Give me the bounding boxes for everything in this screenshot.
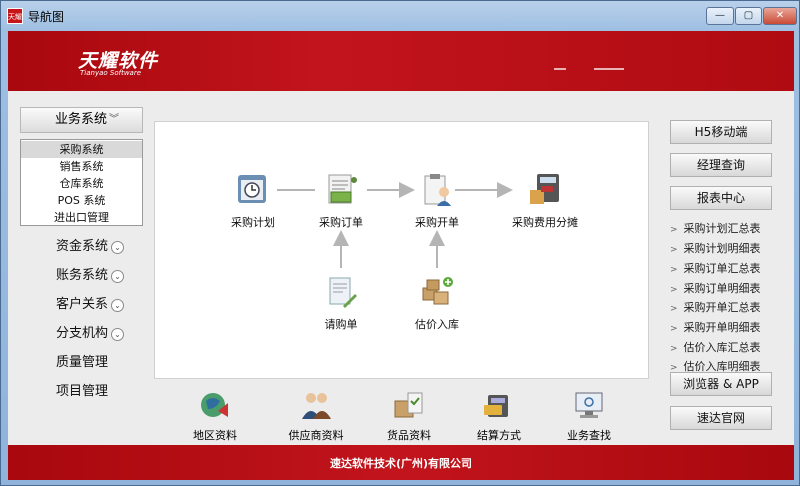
node-label: 采购订单 [319,216,363,229]
chevron-down-icon[interactable]: ⌄ [111,328,124,341]
app-icon: 天耀 [7,8,23,24]
header-decoration [594,68,624,70]
menu-business-system[interactable]: 业务系统 ︾ [20,107,143,133]
report-link[interactable]: > 采购计划明细表 [670,240,761,257]
menu-group-projects[interactable]: 项目管理 [56,382,108,402]
nav-goods-data[interactable]: 货品资料 [369,389,449,443]
nav-label: 地区资料 [193,429,237,442]
chevron-down-icon[interactable]: ⌄ [111,270,124,283]
chevron-right-icon: > [670,225,678,235]
chevron-down-icon: ︾ [109,114,119,125]
nav-label: 货品资料 [387,429,431,442]
report-link[interactable]: > 采购开单汇总表 [670,299,761,316]
company-name: 速达软件技术(广州)有限公司 [329,457,473,470]
node-label: 采购计划 [231,216,275,229]
submenu-item-warehouse[interactable]: 仓库系统 [21,175,142,192]
submenu-item-purchase[interactable]: 采购系统 [21,141,142,158]
report-link-label: 估价入库汇总表 [683,341,761,354]
calendar-clock-icon [238,175,266,203]
manager-query-button[interactable]: 经理查询 [670,153,772,177]
header-decoration [554,68,566,70]
menu-group-quality[interactable]: 质量管理 [56,353,108,373]
nav-supplier-data[interactable]: 供应商资料 [271,389,361,443]
report-link-label: 采购订单汇总表 [683,262,761,275]
report-link-label: 采购开单明细表 [683,321,761,334]
chevron-right-icon: > [670,265,678,275]
minimize-button[interactable]: — [706,7,734,25]
order-cart-icon [328,174,357,204]
calculator-icon [530,174,559,204]
report-link[interactable]: > 采购计划汇总表 [670,220,761,237]
box-checklist-icon [394,392,423,418]
flow-node-requisition[interactable]: 请购单 [301,274,381,332]
boxes-add-icon [422,277,453,305]
card-terminal-icon [484,395,508,417]
client-area: 天耀软件 Tianyao Software 业务系统 ︾ 采购系统 销售系统 仓… [8,31,794,480]
business-submenu: 采购系统 销售系统 仓库系统 POS 系统 进出口管理 [20,139,143,226]
submenu-item-pos[interactable]: POS 系统 [21,192,142,209]
close-button[interactable]: ✕ [763,7,797,25]
flow-node-purchase-order[interactable]: 采购订单 [301,172,381,230]
window-title: 导航图 [28,10,65,24]
flow-node-estimate-warehouse[interactable]: 估价入库 [397,274,477,332]
footer-banner: 速达软件技术(广州)有限公司 [8,445,794,480]
chevron-down-icon[interactable]: ⌄ [111,299,124,312]
nav-business-search[interactable]: 业务查找 [549,389,629,443]
nav-label: 结算方式 [477,429,521,442]
report-link-label: 采购订单明细表 [683,282,761,295]
node-label: 估价入库 [415,318,459,331]
node-label: 采购费用分摊 [512,216,578,229]
logo-subtext: Tianyao Software [80,69,142,77]
flow-node-purchase-invoice[interactable]: 采购开单 [397,172,477,230]
menu-group-accounting[interactable]: 账务系统 [56,266,108,286]
report-link-label: 采购计划汇总表 [683,222,761,235]
chevron-right-icon: > [670,304,678,314]
report-link[interactable]: > 采购开单明细表 [670,319,761,336]
chevron-right-icon: > [670,324,678,334]
globe-icon [201,393,228,417]
flow-node-cost-allocation[interactable]: 采购费用分摊 [497,172,593,230]
menu-head-label: 业务系统 [55,112,108,127]
report-link-label: 采购开单汇总表 [683,301,761,314]
report-link-label: 采购计划明细表 [683,242,761,255]
menu-group-crm[interactable]: 客户关系 [56,295,108,315]
maximize-button[interactable]: ▢ [735,7,762,25]
header-banner: 天耀软件 Tianyao Software [8,31,794,91]
submenu-item-import-export[interactable]: 进出口管理 [21,209,142,226]
menu-group-funds[interactable]: 资金系统 [56,237,108,257]
report-center-button[interactable]: 报表中心 [670,186,772,210]
nav-label: 供应商资料 [288,429,344,442]
menu-group-branches[interactable]: 分支机构 [56,324,108,344]
flow-panel: 采购计划 采购订单 采购开单 采购费用分摊 请购单 估价入库 [154,121,649,379]
chevron-right-icon: > [670,285,678,295]
report-link[interactable]: > 估价入库汇总表 [670,339,761,356]
title-bar[interactable]: 天耀 导航图 — ▢ ✕ [1,1,799,31]
flow-arrows [277,182,513,268]
nav-settlement-method[interactable]: 结算方式 [459,389,539,443]
clipboard-person-icon [424,174,451,206]
main-window: 天耀 导航图 — ▢ ✕ 天耀软件 Tianyao Software 业务系统 … [0,0,800,486]
flow-node-purchase-plan[interactable]: 采购计划 [213,172,293,230]
chevron-right-icon: > [670,245,678,255]
chevron-down-icon[interactable]: ⌄ [111,241,124,254]
report-link[interactable]: > 采购订单明细表 [670,280,761,297]
report-link[interactable]: > 采购订单汇总表 [670,260,761,277]
chevron-right-icon: > [670,344,678,354]
node-label: 采购开单 [415,216,459,229]
people-icon [302,393,331,419]
document-pen-icon [329,277,357,308]
nav-label: 业务查找 [567,429,611,442]
node-label: 请购单 [324,318,358,331]
browser-app-button[interactable]: 浏览器 & APP [670,372,772,396]
official-site-button[interactable]: 速达官网 [670,406,772,430]
monitor-search-icon [575,392,603,418]
h5-mobile-button[interactable]: H5移动端 [670,120,772,144]
submenu-item-sales[interactable]: 销售系统 [21,158,142,175]
nav-region-data[interactable]: 地区资料 [175,389,255,443]
